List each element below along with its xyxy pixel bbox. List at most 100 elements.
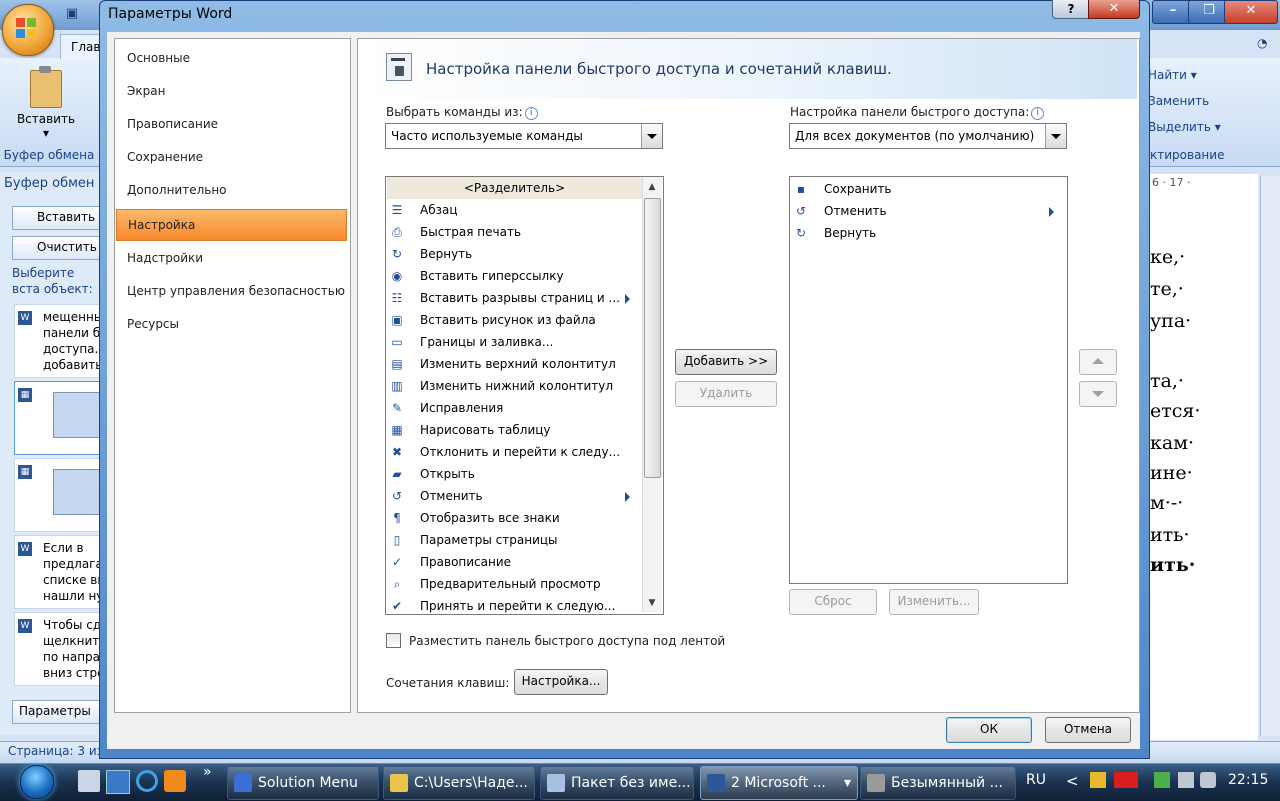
chevron-down-icon: ▾ (843, 775, 851, 791)
clipboard-item[interactable]: W Если в предлага списке вы нашли ну (14, 535, 100, 609)
nav-item-trust-center[interactable]: Центр управления безопасностью (116, 276, 347, 306)
info-icon[interactable]: i (524, 107, 538, 120)
chevron-down-icon[interactable] (641, 124, 662, 148)
office-logo-icon (16, 18, 25, 27)
qat-commands-list[interactable]: ▪ Сохранить ↺ Отменить ↻ Вернуть (789, 176, 1068, 584)
show-hidden-icons-icon[interactable]: < (1066, 772, 1079, 790)
nav-item-proofing[interactable]: Правописание (116, 109, 347, 139)
command-item[interactable]: ⎙ Быстрая печать (387, 221, 642, 243)
image-clip-icon: ▦ (18, 388, 32, 402)
qat-item[interactable]: ↻ Вернуть (791, 222, 1065, 244)
command-item[interactable]: <Разделитель> (387, 177, 642, 199)
replace-button[interactable]: Заменить (1148, 94, 1209, 108)
document-scrollbar[interactable] (1260, 176, 1280, 736)
help-icon[interactable]: ◔ (1257, 36, 1273, 52)
info-icon[interactable]: i (1031, 107, 1045, 120)
paste-all-button[interactable]: Вставить в (12, 206, 104, 230)
tray-app-icon[interactable] (1090, 772, 1106, 788)
ati-icon[interactable] (1114, 772, 1138, 788)
clipboard-item[interactable]: W Чтобы сд щелкните по напра вниз стре (14, 612, 100, 686)
volume-icon[interactable] (1200, 772, 1216, 788)
command-item[interactable]: ▣ Вставить рисунок из файла (387, 309, 642, 331)
modify-button[interactable]: Изменить... (889, 589, 979, 615)
move-down-button[interactable] (1079, 381, 1117, 407)
add-button[interactable]: Добавить >> (675, 349, 777, 375)
close-button[interactable]: ✕ (1224, 0, 1278, 24)
find-button[interactable]: Найти ▾ (1148, 68, 1197, 82)
command-item[interactable]: ▤ Изменить верхний колонтитул (387, 353, 642, 375)
language-indicator[interactable]: RU (1026, 772, 1046, 788)
status-page-count[interactable]: Страница: 3 из (8, 744, 103, 758)
taskbar-button[interactable]: Безымянный ... (860, 766, 1016, 800)
media-player-icon[interactable] (164, 770, 186, 792)
nav-item-addins[interactable]: Надстройки (116, 243, 347, 273)
command-item-label: <Разделитель> (463, 181, 566, 195)
taskbar-button[interactable]: C:\Users\Наде... (383, 766, 535, 800)
command-item[interactable]: ▥ Изменить нижний колонтитул (387, 375, 642, 397)
clipboard-options-button[interactable]: Параметры (12, 700, 104, 724)
command-item[interactable]: ☷ Вставить разрывы страниц и ... (387, 287, 642, 309)
command-item[interactable]: ↻ Вернуть (387, 243, 642, 265)
command-item[interactable]: ¶ Отобразить все знаки (387, 507, 642, 529)
below-ribbon-label[interactable]: Разместить панель быстрого доступа под л… (409, 634, 725, 648)
qat-save-icon[interactable]: ▣ (62, 6, 82, 24)
paste-button[interactable]: Вставить ▾ (10, 66, 82, 146)
battery-icon[interactable] (1154, 772, 1170, 788)
dialog-close-button[interactable]: ✕ (1088, 0, 1140, 19)
nav-item-display[interactable]: Экран (116, 76, 347, 106)
clear-all-button[interactable]: Очистить (12, 236, 104, 260)
command-item[interactable]: ▭ Границы и заливка... (387, 331, 642, 353)
clock[interactable]: 22:15 (1228, 772, 1268, 788)
command-item[interactable]: ▦ Нарисовать таблицу (387, 419, 642, 441)
clipboard-item[interactable]: ▦ (14, 458, 100, 532)
taskbar-button[interactable]: Solution Menu (227, 766, 379, 800)
command-item[interactable]: ↺ Отменить (387, 485, 642, 507)
ok-button[interactable]: ОК (946, 717, 1032, 743)
show-desktop-icon[interactable] (78, 770, 100, 792)
nav-item-popular[interactable]: Основные (116, 43, 347, 73)
network-icon[interactable] (1178, 772, 1194, 788)
qat-item[interactable]: ↺ Отменить (791, 200, 1065, 222)
command-item[interactable]: ☰ Абзац (387, 199, 642, 221)
command-item[interactable]: ✔ Принять и перейти к следую... (387, 595, 642, 614)
nav-item-advanced[interactable]: Дополнительно (116, 175, 347, 205)
choose-commands-dropdown[interactable]: Часто используемые команды (385, 123, 663, 149)
qat-scope-dropdown[interactable]: Для всех документов (по умолчанию) (789, 123, 1067, 149)
cancel-button[interactable]: Отмена (1045, 717, 1131, 743)
taskbar-button-word[interactable]: 2 Microsoft ... ▾ (700, 766, 858, 800)
shortcuts-customize-button[interactable]: Настройка... (514, 669, 608, 695)
dialog-help-button[interactable]: ? (1052, 0, 1090, 19)
command-item[interactable]: ◉ Вставить гиперссылку (387, 265, 642, 287)
nav-item-customize[interactable]: Настройка (116, 209, 347, 241)
clipboard-icon (30, 66, 62, 108)
command-item[interactable]: ⌕ Предварительный просмотр (387, 573, 642, 595)
paragraph-icon: ☰ (391, 203, 403, 217)
scroll-down-arrow-icon[interactable]: ▼ (645, 596, 659, 610)
nav-item-resources[interactable]: Ресурсы (116, 309, 347, 339)
reset-button[interactable]: Сброс (789, 589, 877, 615)
command-item[interactable]: ✓ Правописание (387, 551, 642, 573)
switch-windows-icon[interactable] (106, 770, 130, 794)
commands-list[interactable]: <Разделитель> ☰ Абзац ⎙ Быстрая печать ↻ Верну… (385, 176, 664, 615)
internet-explorer-icon[interactable] (136, 770, 158, 792)
quick-launch-more-icon[interactable]: » (203, 764, 212, 780)
move-up-button[interactable] (1079, 349, 1117, 375)
start-button[interactable] (12, 763, 60, 800)
chevron-down-icon[interactable] (1045, 124, 1066, 148)
command-item[interactable]: ✖ Отклонить и перейти к следу... (387, 441, 642, 463)
remove-button[interactable]: Удалить (675, 381, 777, 407)
clipboard-item[interactable]: ▦ (14, 381, 100, 455)
command-item[interactable]: ✎ Исправления (387, 397, 642, 419)
select-button[interactable]: Выделить ▾ (1148, 120, 1221, 134)
office-button[interactable] (2, 4, 54, 56)
nav-item-save[interactable]: Сохранение (116, 142, 347, 172)
scroll-thumb[interactable] (644, 198, 661, 478)
taskbar-button[interactable]: Пакет без име... (540, 766, 694, 800)
clipboard-item[interactable]: W мещенны панели б доступа. добавить (14, 304, 100, 378)
command-item[interactable]: ▯ Параметры страницы (387, 529, 642, 551)
command-item[interactable]: ▰ Открыть (387, 463, 642, 485)
redo-icon: ↻ (795, 226, 807, 240)
scroll-up-arrow-icon[interactable]: ▲ (645, 180, 659, 194)
below-ribbon-checkbox[interactable] (386, 633, 401, 648)
qat-item[interactable]: ▪ Сохранить (791, 178, 1065, 200)
